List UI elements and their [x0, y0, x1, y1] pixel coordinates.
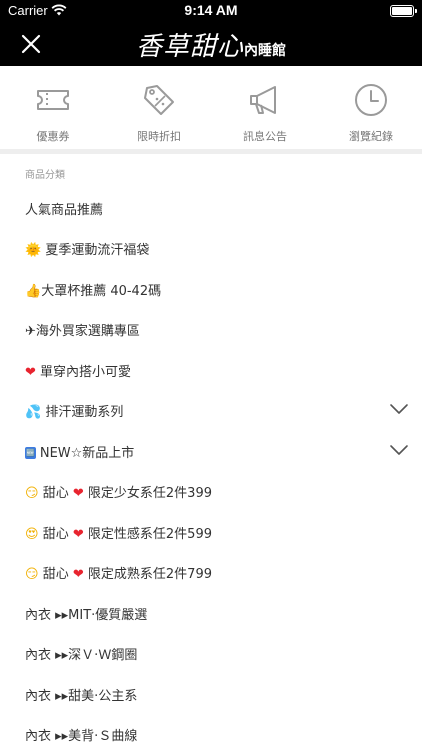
- quicklink-label: 限時折扣: [137, 130, 181, 143]
- category-item[interactable]: 人氣商品推薦: [0, 187, 422, 227]
- category-label: 😏 甜心 ❤ 限定少女系任2件399: [25, 486, 212, 501]
- header-bar: Carrier 9:14 AM 香草甜心內睡館: [0, 0, 422, 66]
- sun-icon: 🌞: [25, 243, 42, 258]
- category-item[interactable]: 😏 甜心 ❤ 限定成熟系任2件799: [0, 551, 422, 591]
- airplane-icon: ✈: [25, 324, 36, 339]
- thumbs-up-icon: 👍: [25, 284, 42, 299]
- category-item[interactable]: 內衣 ▸▸美背‧Ｓ曲線: [0, 713, 422, 753]
- new-badge-icon: 🆕: [25, 447, 36, 459]
- chevron-down-icon[interactable]: [389, 444, 409, 456]
- category-item[interactable]: 內衣 ▸▸深Ｖ‧Ｗ鋼圈: [0, 632, 422, 672]
- status-bar: Carrier 9:14 AM: [0, 0, 422, 22]
- heart-icon: ❤: [72, 486, 84, 501]
- logo-main-text: 香草甜心: [135, 32, 244, 62]
- smirk-face-icon: 😏: [25, 486, 39, 501]
- category-label: 😍 甜心 ❤ 限定性感系任2件599: [25, 527, 212, 542]
- category-label: 💦 排汗運動系列: [25, 405, 124, 420]
- category-item[interactable]: ❤ 單穿內搭小可愛: [0, 349, 422, 389]
- category-item[interactable]: 內衣 ▸▸甜美‧公主系: [0, 673, 422, 713]
- category-item[interactable]: 🌞 夏季運動流汗福袋: [0, 227, 422, 267]
- quicklinks-bar: 優惠券 限時折扣 訊息公告 瀏覽紀錄: [0, 66, 422, 154]
- sweat-drops-icon: 💦: [25, 405, 42, 420]
- quicklink-history[interactable]: 瀏覽紀錄: [318, 66, 422, 154]
- heart-icon: ❤: [72, 527, 84, 542]
- category-item[interactable]: 👍大罩杯推薦 40-42碼: [0, 268, 422, 308]
- clock-icon: [355, 84, 387, 116]
- category-label: 👍大罩杯推薦 40-42碼: [25, 284, 162, 299]
- category-item[interactable]: 😏 甜心 ❤ 限定少女系任2件399: [0, 470, 422, 510]
- category-label: 內衣 ▸▸甜美‧公主系: [25, 689, 138, 704]
- category-label: ✈海外買家選購專區: [25, 324, 140, 339]
- heart-icon: ❤: [72, 567, 84, 582]
- category-item[interactable]: 內衣 ▸▸MIT‧優質嚴選: [0, 592, 422, 632]
- category-item-expandable[interactable]: 🆕 NEW☆新品上市: [0, 430, 422, 470]
- smirk-face-icon: 😏: [25, 567, 39, 582]
- quicklink-label: 優惠券: [36, 130, 70, 143]
- category-item[interactable]: 😍 甜心 ❤ 限定性感系任2件599: [0, 511, 422, 551]
- quicklink-announcements[interactable]: 訊息公告: [212, 66, 318, 154]
- category-label: 🆕 NEW☆新品上市: [25, 446, 135, 461]
- section-title: 商品分類: [25, 170, 65, 181]
- brand-logo: 香草甜心內睡館: [0, 26, 422, 63]
- category-label: 😏 甜心 ❤ 限定成熟系任2件799: [25, 567, 212, 582]
- category-label: 🌞 夏季運動流汗福袋: [25, 243, 150, 258]
- heart-eyes-face-icon: 😍: [25, 527, 39, 542]
- category-label: 內衣 ▸▸MIT‧優質嚴選: [25, 608, 148, 623]
- chevron-down-icon[interactable]: [389, 403, 409, 415]
- megaphone-icon: [250, 86, 276, 114]
- category-item[interactable]: ✈海外買家選購專區: [0, 308, 422, 348]
- ticket-icon: [37, 90, 69, 110]
- category-label: ❤ 單穿內搭小可愛: [25, 365, 132, 380]
- quicklink-label: 瀏覽紀錄: [349, 130, 393, 143]
- category-label: 人氣商品推薦: [25, 203, 104, 218]
- logo-sub-text: 內睡館: [244, 43, 286, 59]
- quicklink-label: 訊息公告: [243, 130, 287, 143]
- quicklink-discount[interactable]: 限時折扣: [106, 66, 212, 154]
- status-time: 9:14 AM: [184, 2, 238, 18]
- discount-tag-icon: [144, 85, 174, 115]
- quicklink-coupon[interactable]: 優惠券: [0, 66, 106, 154]
- category-label: 內衣 ▸▸深Ｖ‧Ｗ鋼圈: [25, 648, 138, 663]
- category-label: 內衣 ▸▸美背‧Ｓ曲線: [25, 729, 138, 744]
- heart-icon: ❤: [25, 365, 36, 380]
- battery-icon: [390, 5, 417, 17]
- category-item-expandable[interactable]: 💦 排汗運動系列: [0, 389, 422, 429]
